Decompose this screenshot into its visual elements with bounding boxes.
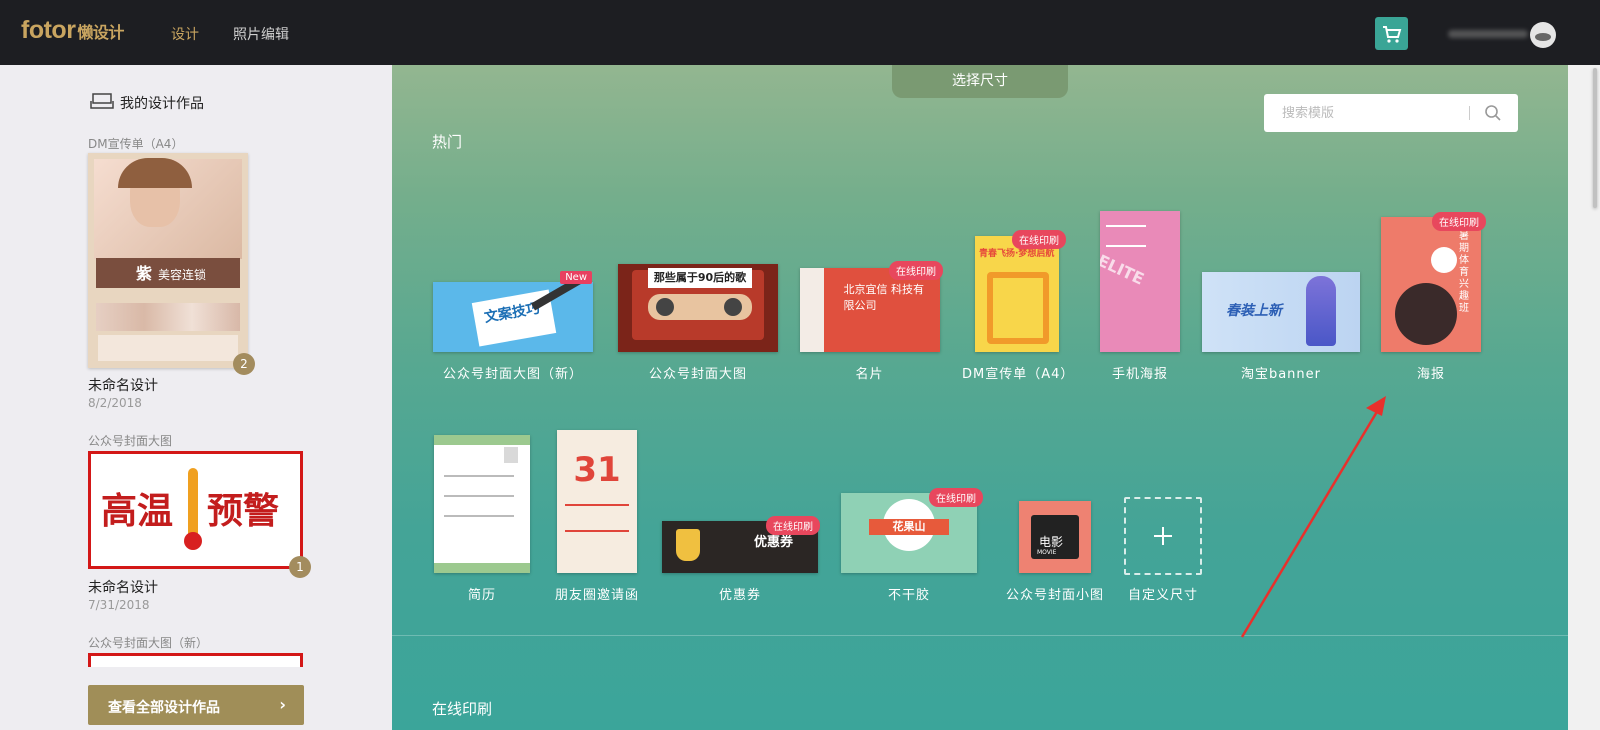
design-thumb-dm[interactable]: 紫 美容连锁 bbox=[88, 153, 248, 368]
template-sticker[interactable]: 花果山 在线印刷 不干胶 bbox=[839, 485, 983, 603]
plus-icon bbox=[1154, 527, 1172, 545]
nav-photo-edit[interactable]: 照片编辑 bbox=[233, 24, 289, 44]
template-wechat-cover[interactable]: 那些属于90后的歌 公众号封面大图 bbox=[615, 264, 781, 382]
template-thumb: 青春飞扬·梦想启航 bbox=[975, 236, 1059, 352]
section-divider bbox=[392, 635, 1568, 636]
thumb-text: 北京宜信 科技有限公司 bbox=[843, 283, 925, 312]
template-thumb: 那些属于90后的歌 bbox=[618, 264, 778, 352]
design-thumb-cover-new[interactable] bbox=[88, 653, 303, 667]
logo-sub: 懒设计 bbox=[77, 25, 124, 42]
online-print-badge: 在线印刷 bbox=[929, 488, 983, 507]
cover-text-a: 高温 bbox=[101, 491, 174, 531]
logo-brand: fotor bbox=[21, 16, 76, 44]
category-label: 公众号封面大图（新） bbox=[88, 636, 209, 650]
page-scrollbar[interactable] bbox=[1568, 65, 1600, 730]
category-label: 公众号封面大图 bbox=[88, 434, 173, 448]
cover-text-b: 预警 bbox=[207, 491, 280, 531]
search-icon[interactable] bbox=[1484, 104, 1502, 122]
online-print-badge: 在线印刷 bbox=[889, 261, 943, 280]
cart-icon bbox=[1383, 26, 1402, 43]
design-name[interactable]: 未命名设计 bbox=[88, 375, 158, 395]
my-designs-title: 我的设计作品 bbox=[120, 96, 204, 112]
template-label: 手机海报 bbox=[1111, 367, 1168, 382]
thumb-text: 电影 bbox=[1039, 535, 1064, 549]
template-custom-size[interactable]: 自定义尺寸 bbox=[1115, 497, 1211, 603]
thumb-text: 31 bbox=[573, 450, 621, 490]
sidebar-my-designs: 我的设计作品 DM宣传单（A4） 紫 美容连锁 2 未命名设计 8/2/2018… bbox=[0, 65, 392, 730]
template-thumb: ELITE bbox=[1100, 211, 1180, 352]
template-thumb: 春装上新 bbox=[1202, 272, 1360, 352]
template-coupon[interactable]: 优惠券 在线印刷 优惠券 bbox=[660, 516, 820, 603]
template-selection-panel: 选择尺寸 热门 文案技巧 New 公众号封面大图（新） 那些属于90后的歌 公众… bbox=[392, 65, 1568, 730]
template-label: 淘宝banner bbox=[1240, 367, 1322, 382]
template-phone-poster[interactable]: ELITE 手机海报 bbox=[1095, 211, 1185, 382]
view-all-label: 查看全部设计作品 bbox=[108, 700, 220, 716]
thumb-text: 花果山 bbox=[869, 519, 949, 535]
template-business-card[interactable]: 北京宜信 科技有限公司 在线印刷 名片 bbox=[798, 261, 943, 382]
template-thumb bbox=[434, 435, 530, 573]
design-count-badge: 1 bbox=[289, 556, 311, 578]
search-box bbox=[1264, 94, 1518, 132]
template-thumb: 文案技巧 bbox=[433, 282, 593, 352]
section-title-online-print: 在线印刷 bbox=[432, 700, 493, 718]
search-divider bbox=[1469, 106, 1470, 120]
fotor-logo[interactable]: fotor 懒设计 bbox=[21, 16, 124, 45]
template-label: 朋友圈邀请函 bbox=[555, 588, 640, 603]
template-label: 公众号封面大图 bbox=[648, 367, 747, 382]
nav-design[interactable]: 设计 bbox=[171, 24, 199, 44]
scrollbar-thumb[interactable] bbox=[1593, 68, 1597, 208]
template-wechat-cover-new[interactable]: 文案技巧 New 公众号封面大图（新） bbox=[430, 265, 596, 382]
poster-big-char: 紫 bbox=[136, 264, 153, 283]
template-label: 公众号封面小图 bbox=[1005, 588, 1104, 603]
poster-subtitle: 美容连锁 bbox=[158, 268, 207, 282]
cart-button[interactable] bbox=[1375, 17, 1408, 50]
design-thumb-cover[interactable]: 高温 预警 bbox=[88, 451, 303, 569]
template-thumb: 31 bbox=[557, 430, 637, 573]
thumb-text: 春装上新 bbox=[1226, 303, 1282, 319]
search-input[interactable] bbox=[1280, 104, 1474, 121]
online-print-badge: 在线印刷 bbox=[766, 516, 820, 535]
online-print-badge: 在线印刷 bbox=[1012, 230, 1066, 249]
design-date: 7/31/2018 bbox=[88, 598, 150, 612]
template-label: 公众号封面大图（新） bbox=[442, 367, 583, 382]
custom-size-box bbox=[1124, 497, 1202, 575]
template-label: 自定义尺寸 bbox=[1127, 588, 1198, 603]
template-label: 名片 bbox=[855, 367, 884, 382]
template-dm-flyer[interactable]: 青春飞扬·梦想启航 在线印刷 DM宣传单（A4） bbox=[962, 230, 1075, 382]
category-label: DM宣传单（A4） bbox=[88, 137, 184, 151]
template-thumb: 北京宜信 科技有限公司 bbox=[799, 268, 940, 352]
template-label: 优惠券 bbox=[718, 588, 761, 603]
design-date: 8/2/2018 bbox=[88, 396, 142, 410]
template-poster[interactable]: 暑期体育兴趣班 在线印刷 海报 bbox=[1376, 212, 1486, 382]
template-label: 海报 bbox=[1416, 367, 1445, 382]
template-label: 不干胶 bbox=[887, 588, 930, 603]
template-invitation[interactable]: 31 朋友圈邀请函 bbox=[555, 430, 640, 603]
view-all-designs-button[interactable]: 查看全部设计作品 › bbox=[88, 685, 304, 725]
new-badge: New bbox=[560, 271, 592, 284]
tray-icon bbox=[90, 93, 114, 109]
online-print-badge: 在线印刷 bbox=[1432, 212, 1486, 231]
template-thumb: 暑期体育兴趣班 bbox=[1381, 217, 1481, 352]
thumb-text: 那些属于90后的歌 bbox=[648, 268, 752, 288]
template-wechat-small-cover[interactable]: 电影 MOVIE 公众号封面小图 bbox=[1000, 501, 1110, 603]
design-name[interactable]: 未命名设计 bbox=[88, 577, 158, 597]
template-resume[interactable]: 简历 bbox=[432, 435, 532, 603]
design-count-badge: 2 bbox=[233, 353, 255, 375]
user-name-blurred[interactable] bbox=[1448, 30, 1528, 38]
template-taobao-banner[interactable]: 春装上新 淘宝banner bbox=[1200, 265, 1362, 382]
user-avatar[interactable] bbox=[1530, 22, 1556, 48]
template-thumb: 电影 MOVIE bbox=[1019, 501, 1091, 573]
avatar-icon bbox=[1535, 33, 1551, 41]
template-label: DM宣传单（A4） bbox=[962, 367, 1075, 382]
template-label: 简历 bbox=[467, 588, 496, 603]
thumb-text: MOVIE bbox=[1037, 549, 1057, 556]
chevron-right-icon: › bbox=[279, 695, 286, 714]
top-bar: fotor 懒设计 设计 照片编辑 bbox=[0, 0, 1600, 65]
section-title-hot: 热门 bbox=[432, 133, 463, 151]
tab-select-size[interactable]: 选择尺寸 bbox=[892, 65, 1068, 98]
